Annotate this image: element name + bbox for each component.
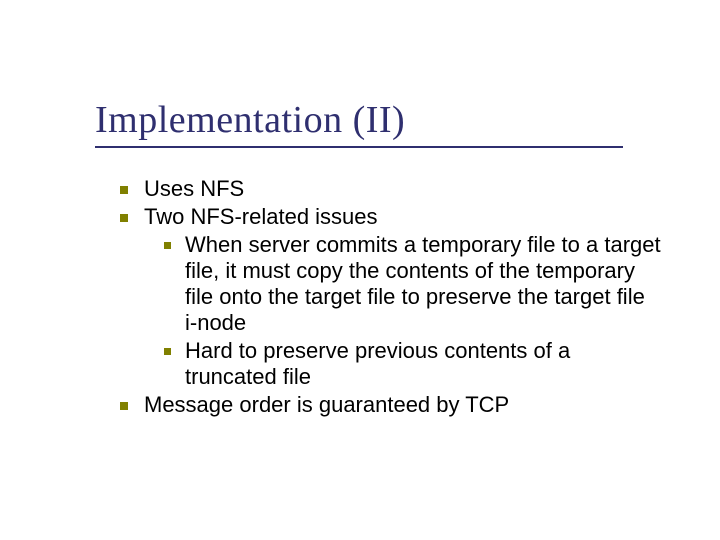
bullet-text: Two NFS-related issues xyxy=(144,204,662,230)
slide: Implementation (II) Uses NFS Two NFS-rel… xyxy=(0,0,720,540)
square-bullet-icon xyxy=(120,214,128,222)
title-area: Implementation (II) xyxy=(0,0,720,148)
bullet-text: When server commits a temporary file to … xyxy=(185,232,662,336)
bullet-text: Message order is guaranteed by TCP xyxy=(144,392,662,418)
square-bullet-icon xyxy=(164,348,171,355)
square-bullet-icon xyxy=(164,242,171,249)
list-item: Message order is guaranteed by TCP xyxy=(120,392,662,418)
slide-title: Implementation (II) xyxy=(95,98,720,142)
list-item: Uses NFS xyxy=(120,176,662,202)
square-bullet-icon xyxy=(120,186,128,194)
square-bullet-icon xyxy=(120,402,128,410)
list-item: Two NFS-related issues xyxy=(120,204,662,230)
list-item-sub: When server commits a temporary file to … xyxy=(164,232,662,336)
bullet-text: Uses NFS xyxy=(144,176,662,202)
list-item-sub: Hard to preserve previous contents of a … xyxy=(164,338,662,390)
slide-body: Uses NFS Two NFS-related issues When ser… xyxy=(0,148,720,418)
bullet-text: Hard to preserve previous contents of a … xyxy=(185,338,662,390)
